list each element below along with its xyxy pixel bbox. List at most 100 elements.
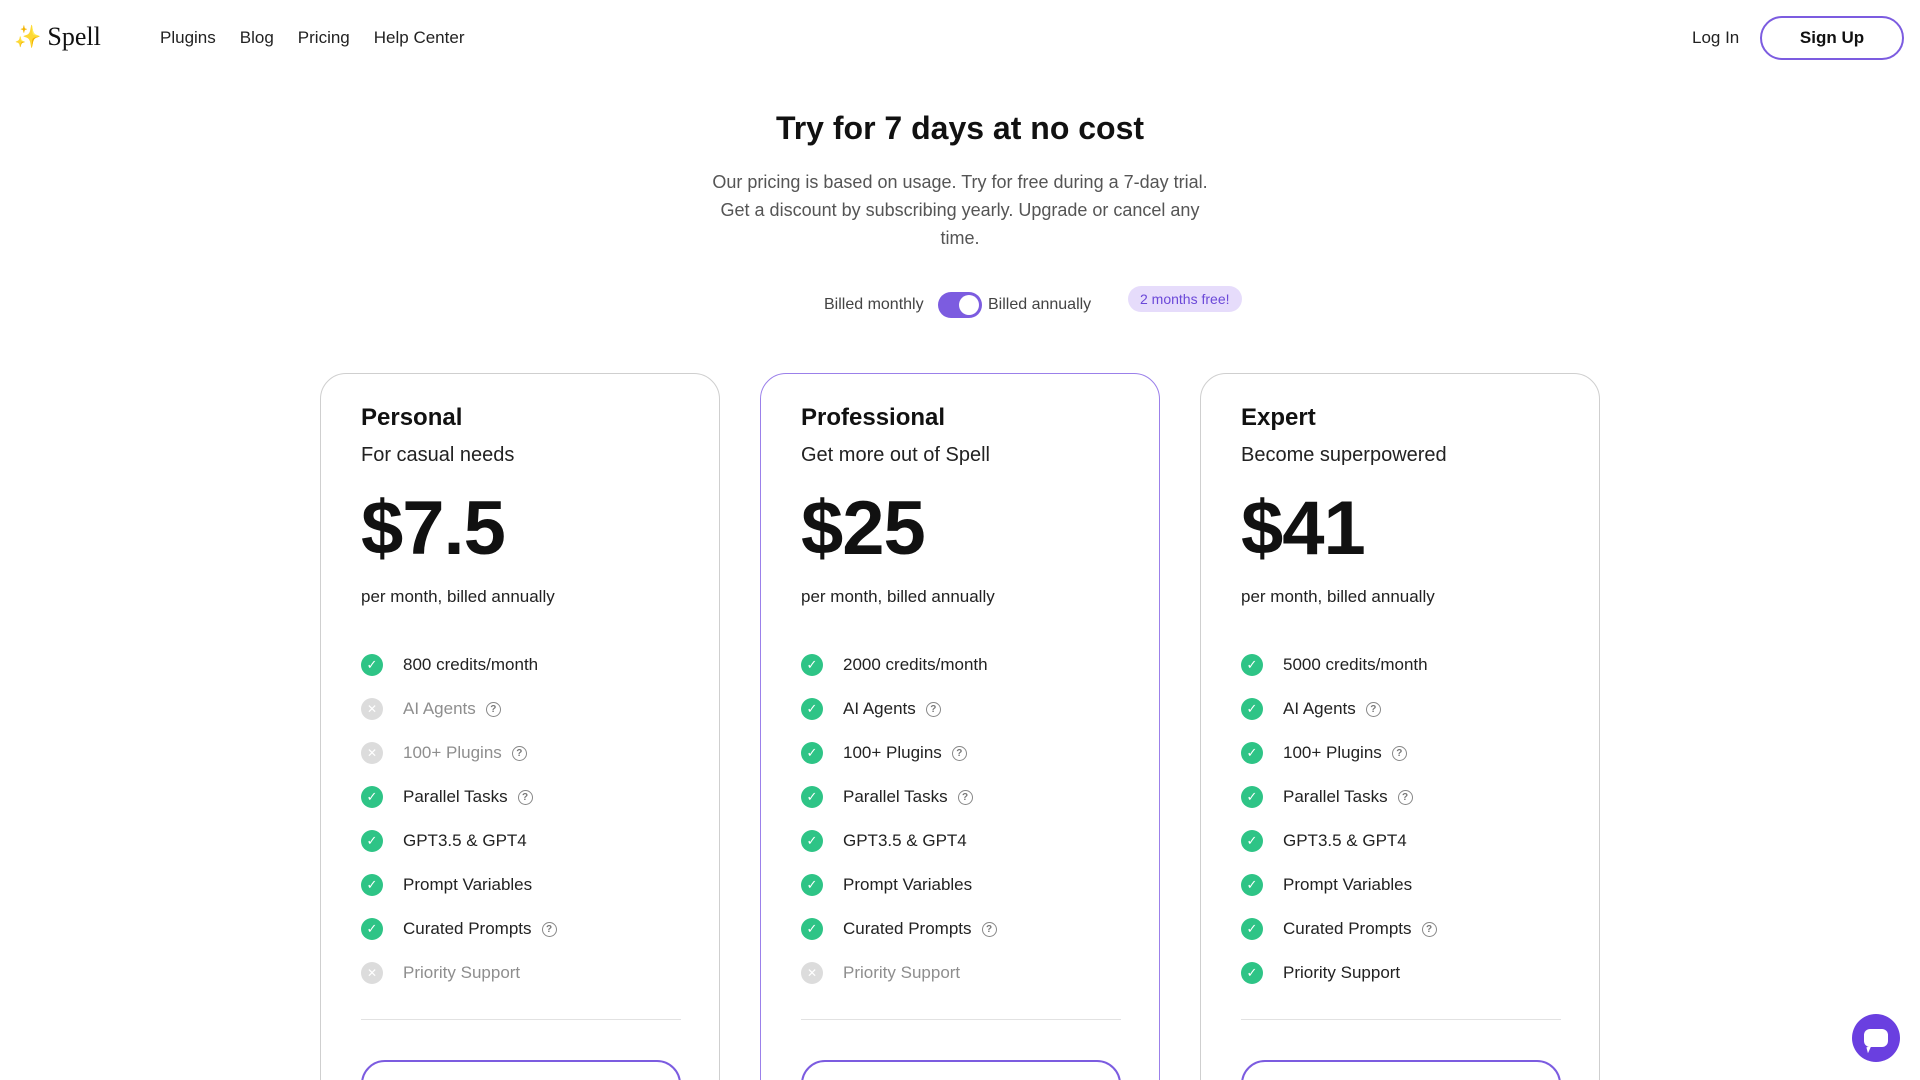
help-icon[interactable]: ? (1391, 745, 1407, 761)
check-circle-icon: ✓ (1241, 874, 1263, 896)
feature-item: ✕ AI Agents ? (361, 687, 681, 731)
check-circle-icon: ✓ (361, 654, 383, 676)
feature-label: Priority Support (843, 963, 961, 982)
billed-monthly-label[interactable]: Billed monthly (824, 296, 924, 314)
feature-label: 5000 credits/month (1283, 655, 1428, 674)
feature-item: ✓ AI Agents ? (1241, 687, 1561, 731)
feature-label: AI Agents (843, 699, 916, 718)
feature-label: GPT3.5 & GPT4 (403, 831, 527, 850)
check-circle-icon: ✓ (801, 786, 823, 808)
check-circle-icon: ✓ (801, 830, 823, 852)
check-circle-icon: ✓ (1241, 918, 1263, 940)
check-circle-icon: ✓ (801, 742, 823, 764)
logo[interactable]: ✨ Spell (14, 22, 101, 52)
feature-label: Curated Prompts (403, 919, 532, 938)
plan-period: per month, billed annually (801, 587, 995, 606)
x-circle-icon: ✕ (361, 742, 383, 764)
divider (1241, 1019, 1561, 1020)
check-circle-icon: ✓ (1241, 654, 1263, 676)
feature-label: 100+ Plugins (403, 743, 502, 762)
divider (361, 1019, 681, 1020)
help-icon[interactable]: ? (541, 921, 557, 937)
feature-item: ✓ Prompt Variables (801, 863, 1121, 907)
feature-label: 100+ Plugins (1283, 743, 1382, 762)
plan-tagline: Get more out of Spell (801, 444, 990, 466)
nav-item-help-center[interactable]: Help Center (374, 28, 465, 48)
feature-item: ✓ 5000 credits/month (1241, 643, 1561, 687)
feature-item: ✓ Curated Prompts ? (361, 907, 681, 951)
plan-cta-button[interactable] (1241, 1060, 1561, 1080)
feature-label: Parallel Tasks (403, 787, 508, 806)
feature-item: ✕ Priority Support (361, 951, 681, 995)
chat-button[interactable] (1852, 1014, 1900, 1062)
x-circle-icon: ✕ (801, 962, 823, 984)
plan-cta-button[interactable] (361, 1060, 681, 1080)
feature-item: ✓ GPT3.5 & GPT4 (801, 819, 1121, 863)
feature-label: AI Agents (1283, 699, 1356, 718)
help-icon[interactable]: ? (1365, 701, 1381, 717)
help-icon[interactable]: ? (517, 789, 533, 805)
feature-label: Curated Prompts (843, 919, 972, 938)
plan-card-content: Expert Become superpowered $41 per month… (1241, 404, 1561, 1080)
feature-item: ✕ 100+ Plugins ? (361, 731, 681, 775)
feature-item: ✓ Curated Prompts ? (1241, 907, 1561, 951)
chat-icon (1864, 1029, 1888, 1047)
help-icon[interactable]: ? (981, 921, 997, 937)
check-circle-icon: ✓ (361, 874, 383, 896)
nav-item-blog[interactable]: Blog (240, 28, 274, 48)
feature-item: ✓ AI Agents ? (801, 687, 1121, 731)
billing-toggle[interactable] (938, 292, 982, 318)
feature-item: ✓ Prompt Variables (1241, 863, 1561, 907)
feature-label: Priority Support (1283, 963, 1401, 982)
signup-button[interactable]: Sign Up (1760, 16, 1904, 60)
feature-label: 2000 credits/month (843, 655, 988, 674)
help-icon[interactable]: ? (1397, 789, 1413, 805)
feature-item: ✓ 100+ Plugins ? (1241, 731, 1561, 775)
feature-label: Prompt Variables (1283, 875, 1413, 894)
check-circle-icon: ✓ (361, 918, 383, 940)
feature-label: Priority Support (403, 963, 521, 982)
feature-list: ✓ 2000 credits/month ✓ AI Agents ? ✓ 100… (801, 643, 1121, 995)
feature-label: Prompt Variables (843, 875, 973, 894)
billed-annually-label[interactable]: Billed annually (988, 296, 1091, 314)
plan-tagline: Become superpowered (1241, 444, 1447, 466)
check-circle-icon: ✓ (1241, 742, 1263, 764)
feature-label: Curated Prompts (1283, 919, 1412, 938)
help-icon[interactable]: ? (1421, 921, 1437, 937)
help-icon[interactable]: ? (925, 701, 941, 717)
brand-name: Spell (47, 22, 101, 51)
feature-label: AI Agents (403, 699, 476, 718)
check-circle-icon: ✓ (361, 830, 383, 852)
help-icon[interactable]: ? (511, 745, 527, 761)
plan-name: Personal (361, 404, 463, 431)
plan-card-content: Professional Get more out of Spell $25 p… (801, 404, 1121, 1080)
feature-item: ✓ Parallel Tasks ? (1241, 775, 1561, 819)
plan-card-professional: Professional Get more out of Spell $25 p… (760, 373, 1160, 1080)
feature-item: ✓ GPT3.5 & GPT4 (1241, 819, 1561, 863)
help-icon[interactable]: ? (485, 701, 501, 717)
check-circle-icon: ✓ (1241, 698, 1263, 720)
nav-item-pricing[interactable]: Pricing (298, 28, 350, 48)
feature-item: ✓ Priority Support (1241, 951, 1561, 995)
site-header: ✨ Spell Plugins Blog Pricing Help Center… (0, 0, 1920, 76)
plan-name: Expert (1241, 404, 1316, 431)
plan-card-expert: Expert Become superpowered $41 per month… (1200, 373, 1600, 1080)
page-title: Try for 7 days at no cost (775, 110, 1145, 146)
help-icon[interactable]: ? (957, 789, 973, 805)
help-icon[interactable]: ? (951, 745, 967, 761)
check-circle-icon: ✓ (361, 786, 383, 808)
x-circle-icon: ✕ (361, 962, 383, 984)
plan-card-content: Personal For casual needs $7.5 per month… (361, 404, 681, 1080)
billing-toggle-row: Billed monthly Billed annually 2 months … (0, 286, 1920, 322)
plan-cta-button[interactable] (801, 1060, 1121, 1080)
plan-tagline: For casual needs (361, 444, 515, 466)
feature-label: 800 credits/month (403, 655, 539, 674)
feature-item: ✓ 100+ Plugins ? (801, 731, 1121, 775)
login-link[interactable]: Log In (1692, 28, 1739, 48)
feature-label: 100+ Plugins (843, 743, 942, 762)
nav-item-plugins[interactable]: Plugins (160, 28, 216, 48)
plan-name: Professional (801, 404, 946, 431)
feature-label: Parallel Tasks (843, 787, 948, 806)
check-circle-icon: ✓ (801, 698, 823, 720)
feature-item: ✓ 800 credits/month (361, 643, 681, 687)
